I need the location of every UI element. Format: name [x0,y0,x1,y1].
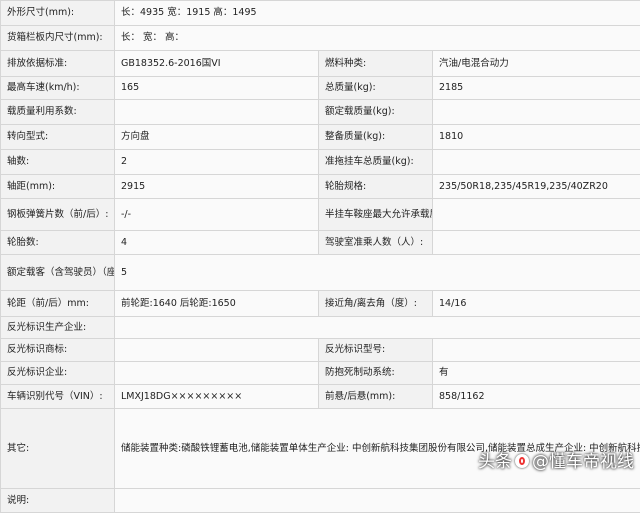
spec-value: 165 [115,77,319,100]
spec-value: GB18352.6-2016国VI [115,51,319,77]
spec-value: 858/1162 [433,385,640,409]
spec-label: 轮胎规格: [319,175,433,199]
spec-row: 钢板弹簧片数（前/后）: -/- 半挂车鞍座最大允许承载质量(kg): [1,199,640,231]
spec-label: 反光标识商标: [1,339,115,362]
spec-value: 235/50R18,235/45R19,235/40ZR20 [433,175,640,199]
spec-row: 轮胎数: 4 驾驶室准乘人数（人）: [1,231,640,255]
spec-label: 准拖挂车总质量(kg): [319,150,433,175]
spec-row: 反光标识企业: 防抱死制动系统: 有 [1,362,640,385]
spec-label: 货箱栏板内尺寸(mm): [1,26,115,51]
watermark-account: @懂车帝视线 [532,452,634,472]
spec-value [433,339,640,362]
spec-value: 前轮距:1640 后轮距:1650 [115,291,319,317]
spec-row: 轴距(mm): 2915 轮胎规格: 235/50R18,235/45R19,2… [1,175,640,199]
spec-value: 14/16 [433,291,640,317]
spec-row: 排放依据标准: GB18352.6-2016国VI 燃料种类: 汽油/电混合动力 [1,51,640,77]
spec-row: 轴数: 2 准拖挂车总质量(kg): [1,150,640,175]
spec-value: 2 [115,150,319,175]
spec-row: 轮距（前/后）mm: 前轮距:1640 后轮距:1650 接近角/离去角（度）:… [1,291,640,317]
watermark-prefix: 头条 [478,452,512,472]
spec-label: 载质量利用系数: [1,100,115,125]
spec-value [115,100,319,125]
spec-label: 轴数: [1,150,115,175]
spec-label: 排放依据标准: [1,51,115,77]
spec-value [433,100,640,125]
spec-value [115,362,319,385]
spec-value: 汽油/电混合动力 [433,51,640,77]
spec-row: 车辆识别代号（VIN）: LMXJ18DG××××××××× 前悬/后悬(mm)… [1,385,640,409]
spec-row: 最高车速(km/h): 165 总质量(kg): 2185 [1,77,640,100]
spec-value [433,231,640,255]
spec-value [115,339,319,362]
spec-label: 前悬/后悬(mm): [319,385,433,409]
spec-value: 方向盘 [115,125,319,150]
spec-value: -/- [115,199,319,231]
spec-value: 2185 [433,77,640,100]
watermark: 头条 @懂车帝视线 [478,447,634,472]
other-label: 其它: [1,409,115,489]
spec-label: 轮胎数: [1,231,115,255]
spec-value: 长：4935 宽：1915 高：1495 [115,1,640,26]
vehicle-spec-table: 外形尺寸(mm): 长：4935 宽：1915 高：1495 货箱栏板内尺寸(m… [0,0,640,513]
spec-label: 钢板弹簧片数（前/后）: [1,199,115,231]
spec-label: 最高车速(km/h): [1,77,115,100]
spec-label: 转向型式: [1,125,115,150]
spec-label: 车辆识别代号（VIN）: [1,385,115,409]
spec-label: 总质量(kg): [319,77,433,100]
spec-label: 反光标识生产企业: [1,317,115,339]
spec-value: 1810 [433,125,640,150]
spec-label: 额定载客（含驾驶员）（座位数）: [1,255,115,291]
spec-value: 长： 宽： 高： [115,26,640,51]
spec-value: 2915 [115,175,319,199]
spec-label: 防抱死制动系统: [319,362,433,385]
spec-label: 接近角/离去角（度）: [319,291,433,317]
spec-value: 4 [115,231,319,255]
spec-label: 整备质量(kg): [319,125,433,150]
spec-row: 反光标识生产企业: [1,317,640,339]
spec-label: 燃料种类: [319,51,433,77]
spec-row: 货箱栏板内尺寸(mm): 长： 宽： 高： [1,26,640,51]
spec-value [433,150,640,175]
spec-row: 外形尺寸(mm): 长：4935 宽：1915 高：1495 [1,1,640,26]
spec-label: 额定载质量(kg): [319,100,433,125]
spec-value: 5 [115,255,640,291]
dongchedi-logo-icon [515,454,529,468]
spec-label: 轮距（前/后）mm: [1,291,115,317]
spec-label: 外形尺寸(mm): [1,1,115,26]
spec-label: 轴距(mm): [1,175,115,199]
spec-value: 有 [433,362,640,385]
spec-row: 载质量利用系数: 额定载质量(kg): [1,100,640,125]
spec-label: 反光标识企业: [1,362,115,385]
spec-row: 反光标识商标: 反光标识型号: [1,339,640,362]
spec-label: 半挂车鞍座最大允许承载质量(kg): [319,199,433,231]
spec-value: LMXJ18DG××××××××× [115,385,319,409]
spec-label: 反光标识型号: [319,339,433,362]
spec-row: 转向型式: 方向盘 整备质量(kg): 1810 [1,125,640,150]
spec-value [115,317,640,339]
spec-label: 驾驶室准乘人数（人）: [319,231,433,255]
spec-row: 额定载客（含驾驶员）（座位数）: 5 [1,255,640,291]
spec-value [433,199,640,231]
